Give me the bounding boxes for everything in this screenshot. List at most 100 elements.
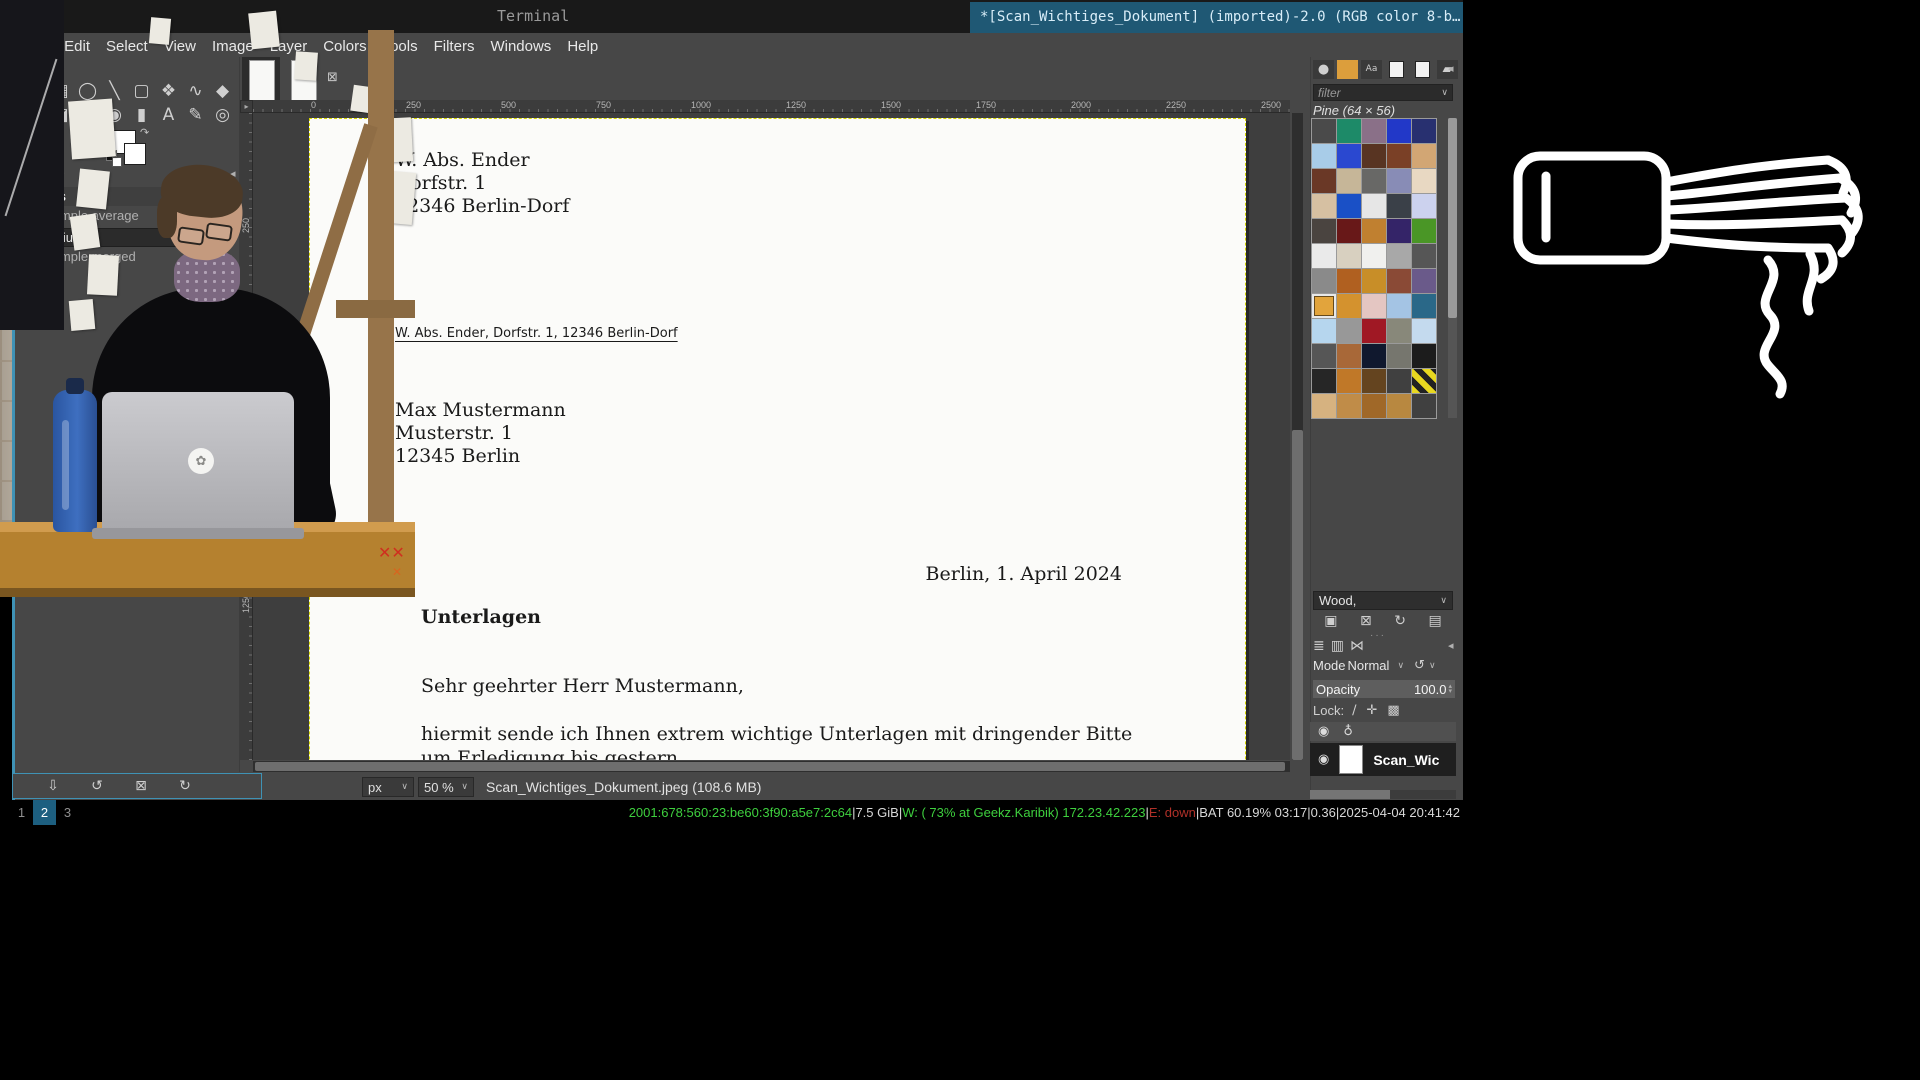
dock-drag-handle[interactable]: ··· — [1370, 630, 1386, 641]
pattern-swatch[interactable] — [1387, 219, 1411, 243]
pattern-swatch[interactable] — [1337, 394, 1361, 418]
channels-tab-icon[interactable]: ▥ — [1331, 638, 1344, 654]
pencil-tool-icon[interactable]: ✎ — [182, 103, 209, 127]
layer-thumbnail[interactable] — [1339, 745, 1363, 774]
delete-pattern-icon[interactable]: ⊠ — [1360, 613, 1372, 629]
layers-hscrollbar-thumb[interactable] — [1310, 790, 1390, 799]
pattern-swatch[interactable] — [1312, 119, 1336, 143]
restore-tool-preset-icon[interactable]: ↺ — [75, 778, 119, 794]
pattern-swatch[interactable] — [1362, 169, 1386, 193]
swap-colors-icon[interactable]: ↷ — [140, 126, 149, 139]
pattern-swatch[interactable] — [1312, 269, 1336, 293]
chevron-down-icon[interactable]: ∨ — [1429, 661, 1436, 671]
pattern-swatch[interactable] — [1387, 119, 1411, 143]
opacity-slider[interactable]: Opacity 100.0 ▴▾ — [1313, 680, 1455, 698]
lock-alpha-icon[interactable]: ▩ — [1387, 703, 1399, 718]
pattern-swatch[interactable] — [1412, 294, 1436, 318]
text-tool-icon[interactable]: A — [155, 103, 182, 127]
refresh-patterns-icon[interactable]: ↻ — [1394, 613, 1406, 629]
vertical-scrollbar-thumb[interactable] — [1292, 430, 1303, 760]
pattern-swatch[interactable] — [1362, 119, 1386, 143]
pattern-swatch[interactable] — [1412, 319, 1436, 343]
document-history-tab-icon[interactable] — [1389, 61, 1404, 78]
pattern-swatch[interactable] — [1387, 269, 1411, 293]
lock-position-icon[interactable]: ✛ — [1366, 703, 1377, 718]
delete-tool-preset-icon[interactable]: ⊠ — [119, 778, 163, 794]
pattern-swatch[interactable] — [1337, 344, 1361, 368]
image-tab-thumbnail[interactable] — [249, 60, 275, 102]
pattern-swatch[interactable] — [1337, 369, 1361, 393]
pattern-swatch[interactable] — [1362, 269, 1386, 293]
images-tab-icon[interactable] — [1415, 61, 1430, 78]
bucket-fill-tool-icon[interactable]: ◆ — [209, 79, 236, 103]
pattern-swatch[interactable] — [1412, 369, 1436, 393]
horizontal-scrollbar-thumb[interactable] — [255, 762, 1285, 771]
pattern-swatch[interactable] — [1412, 244, 1436, 268]
duplicate-pattern-icon[interactable]: ▣ — [1324, 613, 1337, 629]
transform-tool-icon[interactable]: ❖ — [155, 79, 182, 103]
pattern-swatch[interactable] — [1337, 119, 1361, 143]
pattern-swatch[interactable] — [1412, 269, 1436, 293]
save-tool-preset-icon[interactable]: ⇩ — [31, 778, 75, 794]
pattern-swatch[interactable] — [1312, 244, 1336, 268]
pattern-swatch[interactable] — [1312, 144, 1336, 168]
chevron-down-icon[interactable]: ∨ — [1397, 661, 1404, 671]
pattern-swatch[interactable] — [1312, 169, 1336, 193]
pattern-swatch[interactable] — [1362, 244, 1386, 268]
pattern-swatch[interactable] — [1387, 144, 1411, 168]
pattern-swatch[interactable] — [1362, 394, 1386, 418]
workspace-2[interactable]: 2 — [33, 800, 56, 825]
opacity-spinner[interactable]: ▴▾ — [1448, 684, 1452, 694]
collapse-dock-icon[interactable]: ◂ — [1448, 62, 1454, 75]
pattern-swatch[interactable] — [1312, 194, 1336, 218]
open-pattern-folder-icon[interactable]: ▤ — [1429, 613, 1442, 629]
patterns-tab-icon[interactable] — [1337, 60, 1358, 79]
workspace-3[interactable]: 3 — [56, 800, 79, 825]
pattern-swatch[interactable] — [1362, 194, 1386, 218]
pattern-swatch[interactable] — [1337, 319, 1361, 343]
pattern-swatch[interactable] — [1362, 219, 1386, 243]
pattern-swatch[interactable] — [1337, 169, 1361, 193]
layers-tab-icon[interactable]: ≣ — [1313, 638, 1325, 654]
pattern-swatch[interactable] — [1312, 219, 1336, 243]
mode-switch-icon[interactable]: ↺ — [1414, 658, 1425, 673]
background-color-swatch[interactable] — [124, 143, 146, 165]
pattern-swatch[interactable] — [1387, 319, 1411, 343]
pattern-swatch[interactable] — [1312, 369, 1336, 393]
active-window-title[interactable]: *[Scan_Wichtiges_Dokument] (imported)-2.… — [970, 2, 1463, 33]
pattern-swatch[interactable] — [1387, 394, 1411, 418]
mode-value[interactable]: Normal — [1348, 658, 1390, 673]
workspace-1[interactable]: 1 — [10, 800, 33, 825]
unit-select[interactable]: px ∨ — [362, 777, 414, 797]
pattern-swatch[interactable] — [1387, 194, 1411, 218]
handle-transform-tool-icon[interactable]: ∿ — [182, 79, 209, 103]
pattern-swatch[interactable] — [1337, 219, 1361, 243]
pattern-swatch[interactable] — [1412, 169, 1436, 193]
pattern-swatch[interactable] — [1337, 194, 1361, 218]
menu-windows[interactable]: Windows — [482, 38, 559, 55]
pattern-swatch[interactable] — [1312, 344, 1336, 368]
pattern-swatch[interactable] — [1312, 319, 1336, 343]
pattern-swatch[interactable] — [1312, 394, 1336, 418]
crop-tool-icon[interactable]: ▢ — [128, 79, 155, 103]
layer-visibility-eye-icon[interactable]: ◉ — [1318, 752, 1329, 767]
reset-tool-icon[interactable]: ↻ — [163, 778, 207, 794]
pattern-swatch[interactable] — [1362, 319, 1386, 343]
brushes-tab-icon[interactable]: ● — [1313, 60, 1334, 79]
layer-row[interactable]: ◉ Scan_Wic — [1310, 743, 1456, 776]
pattern-scrollbar-thumb[interactable] — [1448, 118, 1457, 318]
pattern-swatch[interactable] — [1337, 269, 1361, 293]
lock-pixels-icon[interactable]: ∕ — [1352, 703, 1356, 718]
pattern-swatch[interactable] — [1412, 144, 1436, 168]
menu-help[interactable]: Help — [559, 38, 606, 55]
ruler-corner-button[interactable]: ▸ — [240, 100, 253, 113]
pattern-swatch[interactable] — [1362, 144, 1386, 168]
pattern-swatch[interactable] — [1362, 369, 1386, 393]
pattern-swatch[interactable] — [1362, 294, 1386, 318]
pattern-swatch[interactable] — [1337, 244, 1361, 268]
airbrush-tool-icon[interactable]: ▮ — [128, 103, 155, 127]
fonts-tab-icon[interactable]: Aa — [1361, 60, 1382, 79]
eye-icon[interactable]: ◉ — [1318, 724, 1329, 739]
menu-filters[interactable]: Filters — [426, 38, 483, 55]
pattern-swatch[interactable] — [1412, 219, 1436, 243]
